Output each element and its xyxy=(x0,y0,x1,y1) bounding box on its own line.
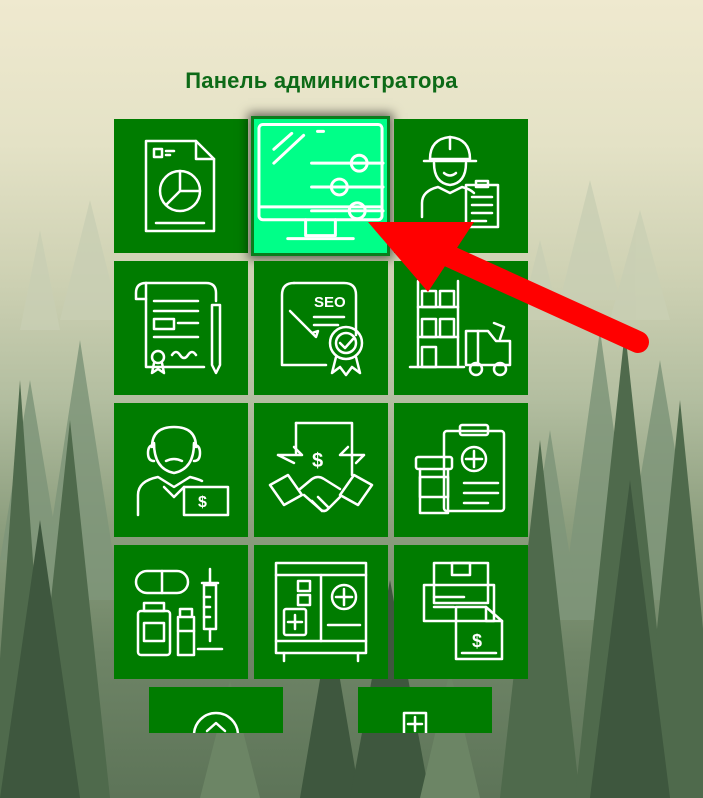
tile-first-aid[interactable] xyxy=(358,687,492,733)
certificate-contract-icon xyxy=(134,281,222,375)
tile-emblem[interactable] xyxy=(149,687,283,733)
medicine-clipboard-icon xyxy=(414,423,506,515)
cashier-payment-icon: $ xyxy=(136,425,230,517)
pharmacy-cabinet-icon xyxy=(274,561,368,663)
tile-pharmacy[interactable] xyxy=(114,545,248,679)
tile-medicine[interactable] xyxy=(394,403,528,537)
tile-contracts[interactable] xyxy=(114,261,248,395)
tile-seo[interactable]: SEO xyxy=(254,261,388,395)
tile-cabinet[interactable] xyxy=(254,545,388,679)
svg-text:$: $ xyxy=(472,631,482,651)
monitor-settings-sliders-icon xyxy=(257,122,385,241)
tile-settings[interactable] xyxy=(251,116,390,256)
medical-emblem-icon xyxy=(192,711,240,733)
seo-certificate-icon: SEO xyxy=(280,281,364,377)
tile-reports[interactable] xyxy=(114,119,248,253)
invoice-delivery-icon: $ xyxy=(422,561,504,661)
document-pie-chart-icon xyxy=(144,139,216,233)
tile-invoices[interactable]: $ xyxy=(394,545,528,679)
deal-handshake-icon: $ xyxy=(268,421,374,513)
tile-engineer[interactable] xyxy=(394,119,528,253)
engineer-clipboard-icon xyxy=(420,135,500,229)
tile-deals[interactable]: $ xyxy=(254,403,388,537)
svg-text:$: $ xyxy=(312,450,323,472)
first-aid-plus-icon xyxy=(402,711,428,733)
tile-warehouse[interactable] xyxy=(394,261,528,395)
page-title: Панель администратора xyxy=(185,68,458,93)
svg-text:$: $ xyxy=(198,494,207,511)
tile-cashier[interactable]: $ xyxy=(114,403,248,537)
svg-text:SEO: SEO xyxy=(314,294,346,311)
pharmacy-drugs-syringe-icon xyxy=(134,567,224,657)
warehouse-forklift-icon xyxy=(408,279,512,377)
